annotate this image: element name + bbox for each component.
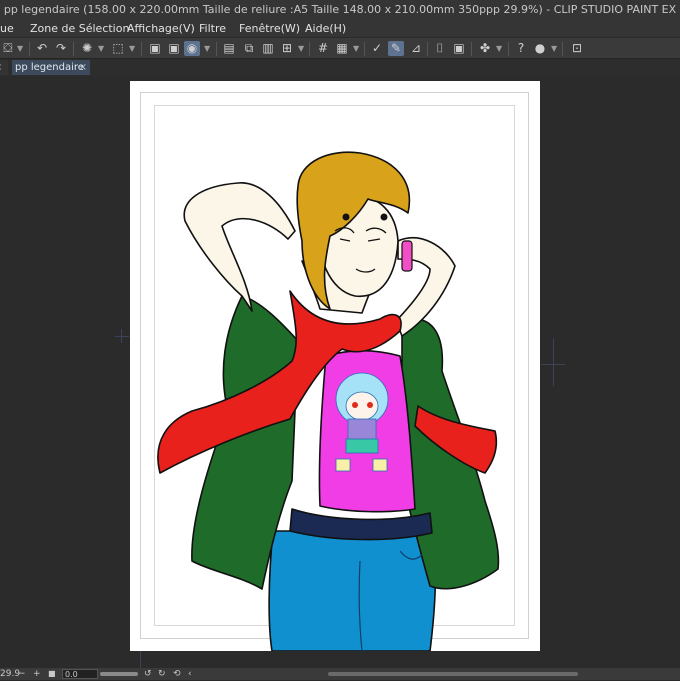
check-pen-icon[interactable]: ✓ [369, 41, 385, 56]
rotation-slider[interactable] [100, 672, 138, 676]
save-light-icon[interactable]: ▣ [166, 41, 182, 56]
rotate-right-icon[interactable]: ↻ [158, 668, 166, 680]
layer-panel-icon[interactable]: ▤ [221, 41, 237, 56]
transform-icon[interactable]: ⬚ [110, 41, 126, 56]
canvas-area[interactable] [0, 76, 680, 668]
toolbar-divider [141, 42, 142, 56]
chevron-down-icon[interactable]: ▼ [551, 41, 557, 56]
horizontal-scrollbar[interactable] [328, 672, 578, 676]
illustration-artwork [157, 151, 500, 651]
undo-icon[interactable]: ↶ [34, 41, 50, 56]
tab-label: pp legendaire [15, 62, 84, 73]
rotation-value: 0.0 [65, 670, 78, 679]
bracelet-shape [401, 240, 413, 272]
menu-item-selection[interactable]: Zone de Sélection [30, 22, 129, 35]
stop-icon[interactable]: ■ [48, 668, 56, 680]
layer-move-icon[interactable]: ⊞ [279, 41, 295, 56]
ruler-icon[interactable]: ⊿ [408, 41, 424, 56]
pen-icon[interactable]: ✎ [388, 41, 404, 56]
chevron-down-icon[interactable]: ▼ [98, 41, 104, 56]
layer-copy-icon[interactable]: ⧉ [241, 41, 257, 56]
menu-item-filter[interactable]: Filtre [199, 22, 226, 35]
previous-tab[interactable]: × [0, 60, 8, 75]
command-bar: ⛋ ▼ ↶ ↷ ✺ ▼ ⬚ ▼ ▣ ▣ ◉ ▼ ▤ ⧉ ▥ ⊞ ▼ # ▦ ▼ … [0, 37, 680, 59]
help-icon[interactable]: ? [513, 41, 529, 56]
symbols-icon[interactable]: ✤ [477, 41, 493, 56]
menu-item-help[interactable]: Aide(H) [305, 22, 346, 35]
zoom-out-button[interactable]: − [18, 668, 26, 680]
crop-mark [553, 338, 554, 386]
chevron-down-icon[interactable]: ▼ [298, 41, 304, 56]
crop-mark [140, 651, 141, 668]
rotate-view-icon[interactable]: ◉ [184, 41, 200, 56]
loading-icon[interactable]: ✺ [79, 41, 95, 56]
menu-item-view[interactable]: Affichage(V) [127, 22, 195, 35]
toolbar-divider [427, 42, 428, 56]
toolbar-divider [562, 42, 563, 56]
toolbar-divider [508, 42, 509, 56]
save-dark-icon[interactable]: ▣ [147, 41, 163, 56]
grid-icon[interactable]: # [315, 41, 331, 56]
snap-icon[interactable]: ⊡ [569, 41, 585, 56]
chevron-down-icon[interactable]: ▼ [129, 41, 135, 56]
menu-bar: ue Zone de Sélection Affichage(V) Filtre… [0, 20, 680, 37]
chevron-down-icon[interactable]: ▼ [204, 41, 210, 56]
close-icon[interactable]: × [79, 60, 87, 75]
crop-mark [115, 336, 129, 337]
toolbar-divider [364, 42, 365, 56]
rotate-left-icon[interactable]: ↺ [144, 668, 152, 680]
chevron-down-icon[interactable]: ▼ [17, 41, 23, 56]
chevron-down-icon[interactable]: ▼ [353, 41, 359, 56]
reset-rotation-icon[interactable]: ⟲ [173, 668, 181, 680]
close-icon[interactable]: × [0, 60, 2, 75]
menu-item-partial[interactable]: ue [0, 22, 14, 35]
toolbar-divider [309, 42, 310, 56]
toolbar-divider [471, 42, 472, 56]
status-bar: 29.9 − + ■ 0.0 ↺ ↻ ⟲ ‹ [0, 668, 680, 680]
jeans-shape [268, 530, 437, 651]
layers-icon[interactable]: ⛋ [0, 41, 16, 56]
frame-alt-icon[interactable]: ▣ [451, 41, 467, 56]
grid-alt-icon[interactable]: ▦ [334, 41, 350, 56]
document-tab-bar: × pp legendaire × [0, 59, 680, 76]
circle-icon[interactable]: ● [532, 41, 548, 56]
toolbar-divider [29, 42, 30, 56]
chevron-left-icon[interactable]: ‹ [188, 668, 192, 680]
rotation-field[interactable]: 0.0 [62, 669, 98, 679]
arm-shape [183, 182, 296, 312]
crop-mark [121, 329, 122, 343]
chevron-down-icon[interactable]: ▼ [496, 41, 502, 56]
toolbar-divider [73, 42, 74, 56]
window-title: pp legendaire (158.00 x 220.00mm Taille … [0, 0, 680, 20]
layer-list-icon[interactable]: ▥ [260, 41, 276, 56]
zoom-in-button[interactable]: + [33, 668, 41, 680]
tab-document[interactable]: pp legendaire × [12, 60, 90, 75]
frame-icon[interactable]: ⌷ [432, 41, 448, 56]
toolbar-divider [216, 42, 217, 56]
redo-icon[interactable]: ↷ [53, 41, 69, 56]
menu-item-window[interactable]: Fenêtre(W) [239, 22, 300, 35]
